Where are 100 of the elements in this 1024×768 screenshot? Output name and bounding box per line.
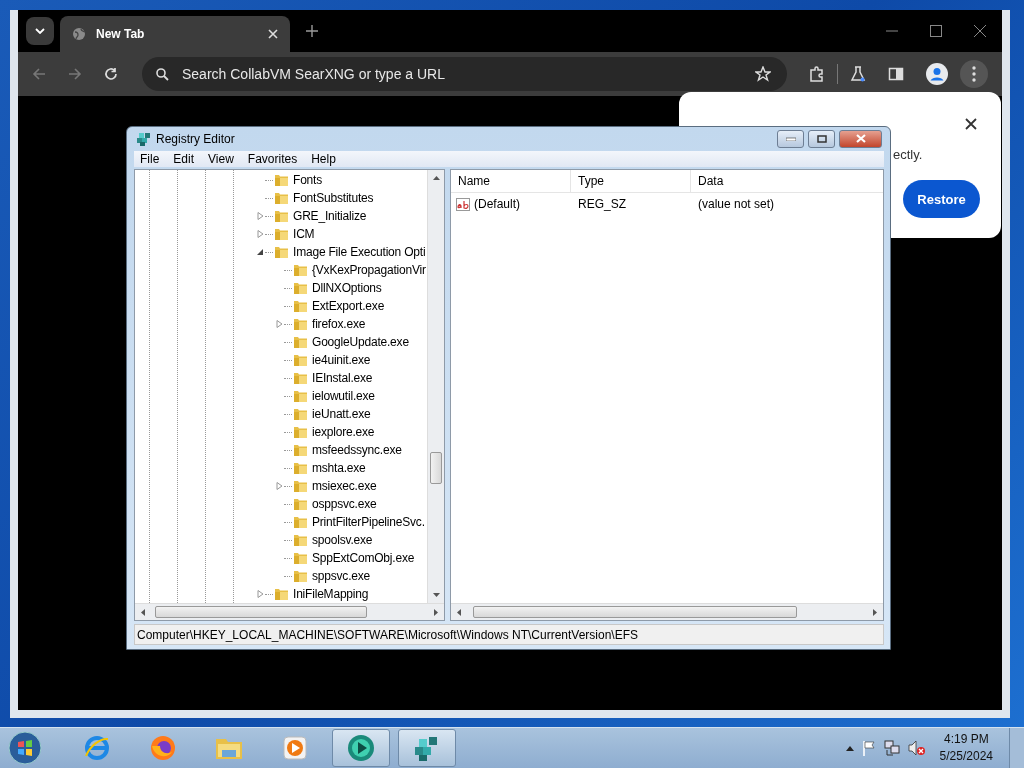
- side-panel-icon[interactable]: [888, 66, 904, 82]
- clock-date[interactable]: 5/25/2024: [939, 748, 993, 765]
- tree-item[interactable]: iexplore.exe: [312, 425, 375, 440]
- tree-item[interactable]: ie4uinit.exe: [312, 353, 371, 368]
- profile-icon[interactable]: [926, 63, 948, 85]
- clock-time[interactable]: 4:19 PM: [943, 731, 989, 748]
- show-hidden-icons-icon[interactable]: [845, 745, 854, 751]
- value-type: REG_SZ: [577, 197, 627, 212]
- caret-icon[interactable]: [35, 28, 45, 34]
- minimize-button[interactable]: [777, 129, 804, 148]
- value-name[interactable]: (Default): [474, 197, 520, 212]
- tree-item[interactable]: spoolsv.exe: [312, 533, 373, 548]
- folder-icon: [274, 587, 289, 602]
- tree-item[interactable]: PrintFilterPipelineSvc.: [312, 515, 425, 530]
- scroll-down-arrow-icon[interactable]: [432, 593, 440, 598]
- search-icon: [155, 67, 169, 81]
- forward-icon[interactable]: [68, 67, 82, 81]
- folder-icon: [293, 353, 308, 368]
- minimize-icon[interactable]: [785, 136, 796, 141]
- column-header[interactable]: Name: [451, 170, 571, 193]
- tree-item[interactable]: Fonts: [293, 173, 322, 188]
- menu-item[interactable]: Help: [311, 152, 336, 166]
- tree-item[interactable]: DllNXOptions: [312, 281, 382, 296]
- tree-item[interactable]: SppExtComObj.exe: [312, 551, 415, 566]
- tree-item[interactable]: GRE_Initialize: [293, 209, 367, 224]
- menu-item[interactable]: File: [140, 152, 160, 166]
- popup-message: ectly.: [893, 147, 923, 162]
- column-header[interactable]: Data: [691, 170, 883, 193]
- tree-item[interactable]: FontSubstitutes: [293, 191, 374, 206]
- tree-item[interactable]: sppsvc.exe: [312, 569, 371, 584]
- scroll-left-arrow-icon[interactable]: [141, 608, 145, 616]
- new-tab-icon[interactable]: [306, 25, 318, 37]
- back-icon[interactable]: [32, 67, 46, 81]
- maximize-icon[interactable]: [930, 25, 942, 37]
- folder-icon: [293, 443, 308, 458]
- collapse-arrow-icon[interactable]: [256, 248, 264, 257]
- scroll-left-arrow-icon[interactable]: [457, 608, 461, 616]
- expand-arrow-icon[interactable]: [256, 590, 264, 599]
- start-button[interactable]: [8, 731, 42, 765]
- folder-icon: [293, 299, 308, 314]
- vm-taskbar-button[interactable]: [332, 729, 390, 767]
- puzzle-icon[interactable]: [809, 66, 825, 82]
- folder-icon: [293, 389, 308, 404]
- expand-arrow-icon[interactable]: [256, 212, 264, 221]
- folder-icon: [293, 569, 308, 584]
- star-icon[interactable]: [755, 66, 771, 82]
- network-icon[interactable]: [883, 740, 900, 756]
- maximize-icon[interactable]: [816, 134, 827, 143]
- value-data: (value not set): [697, 197, 776, 212]
- menu-button[interactable]: [960, 60, 988, 88]
- tree-item[interactable]: mshta.exe: [312, 461, 366, 476]
- menu-item[interactable]: Edit: [173, 152, 195, 166]
- tree-item[interactable]: ieUnatt.exe: [312, 407, 371, 422]
- tree-item[interactable]: firefox.exe: [312, 317, 366, 332]
- column-header[interactable]: Type: [571, 170, 691, 193]
- tree-item[interactable]: ICM: [293, 227, 315, 242]
- tree-item[interactable]: Image File Execution Opti: [293, 245, 426, 260]
- tree-item[interactable]: IniFileMapping: [293, 587, 369, 602]
- scroll-right-arrow-icon[interactable]: [873, 608, 877, 616]
- horizontal-scrollbar[interactable]: [451, 603, 883, 621]
- folder-icon: [274, 191, 289, 206]
- close-icon[interactable]: [974, 25, 986, 37]
- tree-item[interactable]: ielowutil.exe: [312, 389, 375, 404]
- folder-icon: [293, 515, 308, 530]
- menu-item[interactable]: View: [208, 152, 234, 166]
- scroll-thumb[interactable]: [473, 606, 797, 619]
- menu-item[interactable]: Favorites: [247, 152, 298, 166]
- tree-item[interactable]: osppsvc.exe: [312, 497, 377, 512]
- tree-item[interactable]: IEInstal.exe: [312, 371, 373, 386]
- folder-icon: [274, 227, 289, 242]
- tab-search-button[interactable]: [26, 17, 54, 45]
- maximize-button[interactable]: [808, 129, 835, 148]
- address-bar[interactable]: Search CollabVM SearXNG or type a URL: [142, 57, 787, 91]
- tree-item[interactable]: {VxKexPropagationVir: [312, 263, 426, 278]
- browser-tab[interactable]: New Tab: [60, 16, 290, 52]
- flask-icon[interactable]: [850, 66, 866, 82]
- scroll-up-arrow-icon[interactable]: [432, 176, 440, 181]
- flag-icon[interactable]: [861, 740, 876, 756]
- expand-arrow-icon[interactable]: [275, 482, 283, 491]
- horizontal-scrollbar[interactable]: [135, 603, 444, 621]
- folder-icon: [274, 173, 289, 188]
- tree-item[interactable]: GoogleUpdate.exe: [312, 335, 409, 350]
- scroll-thumb[interactable]: [430, 452, 442, 485]
- expand-arrow-icon[interactable]: [275, 320, 283, 329]
- kebab-menu-icon[interactable]: [972, 66, 976, 82]
- tree-item[interactable]: msfeedssync.exe: [312, 443, 402, 458]
- scroll-thumb[interactable]: [155, 606, 367, 619]
- scroll-right-arrow-icon[interactable]: [434, 608, 438, 616]
- folder-icon: [293, 479, 308, 494]
- tree-item[interactable]: ExtExport.exe: [312, 299, 385, 314]
- close-button[interactable]: [839, 129, 882, 148]
- regedit-taskbar-button[interactable]: [398, 729, 456, 767]
- close-icon[interactable]: [965, 118, 977, 130]
- expand-arrow-icon[interactable]: [256, 230, 264, 239]
- volume-muted-icon[interactable]: [907, 740, 926, 756]
- reload-icon[interactable]: [104, 67, 118, 81]
- tree-item[interactable]: msiexec.exe: [312, 479, 377, 494]
- vertical-scrollbar[interactable]: [427, 170, 444, 604]
- folder-icon: [293, 263, 308, 278]
- restore-button[interactable]: Restore: [903, 180, 980, 218]
